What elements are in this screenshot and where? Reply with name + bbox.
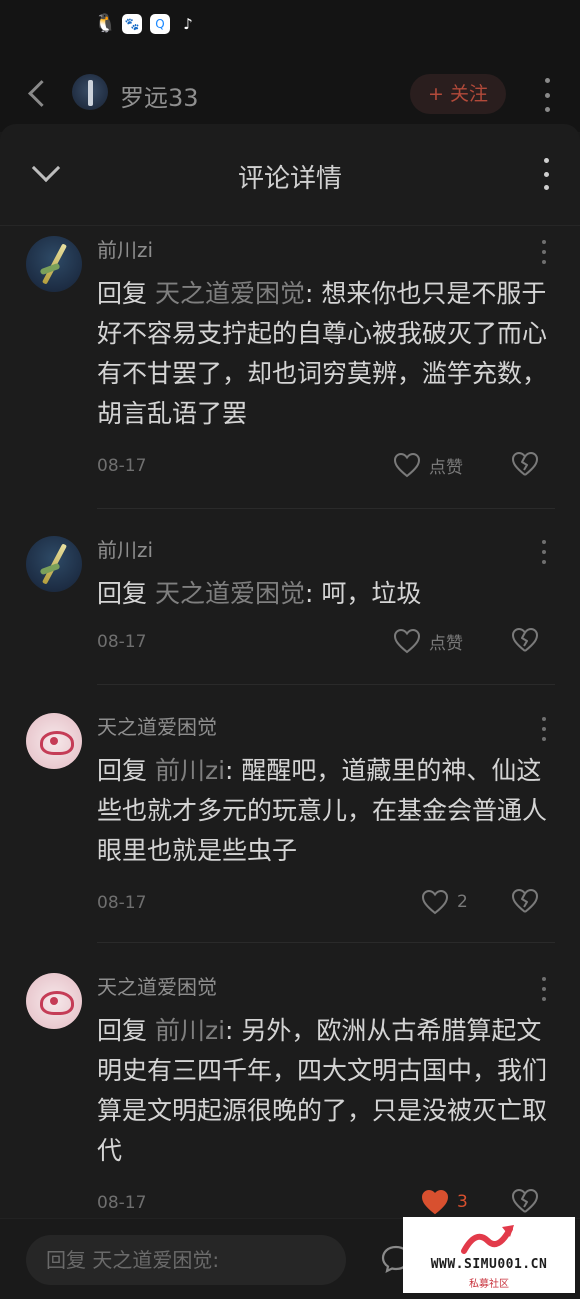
heart-filled-icon	[421, 1189, 449, 1215]
comment-text[interactable]: 回复 天之道爱困觉: 想来你也只是不服于好不容易支拧起的自尊心被我破灭了而心有不…	[97, 274, 559, 434]
like-count: 3	[457, 1192, 468, 1212]
heart-icon	[393, 452, 421, 478]
dislike-button[interactable]	[510, 450, 540, 480]
qq-icon: 🐧	[94, 13, 117, 34]
comment-item: 前川zi 回复 天之道爱困觉: 想来你也只是不服于好不容易支拧起的自尊心被我破灭…	[0, 232, 580, 508]
status-bar: 🐧 🐾 Q ♪	[0, 0, 580, 52]
like-button[interactable]: 2	[421, 887, 468, 917]
reply-label: 回复	[97, 579, 148, 608]
more-icon[interactable]	[541, 977, 547, 1001]
more-icon[interactable]	[540, 158, 552, 190]
avatar[interactable]	[26, 713, 82, 769]
tiktok-icon: ♪	[183, 15, 193, 33]
divider	[97, 942, 555, 943]
dislike-button[interactable]	[510, 1187, 540, 1217]
like-button[interactable]: 点赞	[393, 450, 463, 480]
divider	[97, 508, 555, 509]
reply-target[interactable]: 天之道爱困觉	[155, 579, 305, 608]
watermark-logo-icon	[461, 1225, 514, 1254]
watermark: WWW.SIMU001.CN 私募社区	[403, 1217, 575, 1293]
comment-detail-sheet: 评论详情 前川zi 回复 天之道爱困觉: 想来你也只是不服于好不容易支拧起的自尊…	[0, 124, 580, 1299]
comment-author[interactable]: 前川zi	[97, 234, 153, 263]
dislike-button[interactable]	[510, 887, 540, 917]
reply-target[interactable]: 前川zi	[155, 1016, 225, 1045]
back-button[interactable]	[22, 74, 52, 110]
broken-heart-icon	[512, 889, 538, 913]
heart-icon	[393, 628, 421, 654]
comment-date: 08-17	[97, 632, 147, 652]
page-title: 评论详情	[237, 164, 342, 194]
more-icon[interactable]	[540, 78, 554, 112]
comment-item: 前川zi 回复 天之道爱困觉: 呵，垃圾 08-17 点赞	[0, 532, 580, 682]
comment-body: : 呵，垃圾	[304, 579, 422, 608]
broken-heart-icon	[512, 628, 538, 652]
heart-icon	[421, 889, 449, 915]
reply-target[interactable]: 天之道爱困觉	[155, 279, 305, 308]
avatar[interactable]	[26, 973, 82, 1029]
comment-text[interactable]: 回复 天之道爱困觉: 呵，垃圾	[97, 574, 559, 614]
like-label: 点赞	[429, 457, 463, 478]
comment-date: 08-17	[97, 456, 147, 476]
avatar[interactable]	[72, 74, 108, 110]
dislike-button[interactable]	[510, 626, 540, 656]
comment-date: 08-17	[97, 893, 147, 913]
avatar[interactable]	[26, 536, 82, 592]
comment-text[interactable]: 回复 前川zi: 另外，欧洲从古希腊算起文明史有三四千年，四大文明古国中，我们算…	[97, 1011, 559, 1171]
comment-author[interactable]: 前川zi	[97, 534, 153, 563]
watermark-url: WWW.SIMU001.CN	[430, 1257, 548, 1272]
avatar[interactable]	[26, 236, 82, 292]
profile-header: 罗远33 + 关注	[0, 52, 580, 132]
comment-text[interactable]: 回复 前川zi: 醒醒吧，道藏里的神、仙这些也就才多元的玩意儿，在基金会普通人眼…	[97, 751, 559, 871]
reply-input[interactable]: 回复 天之道爱困觉:	[26, 1235, 346, 1285]
broken-heart-icon	[512, 452, 538, 476]
q-browser-icon: Q	[150, 14, 170, 34]
like-button[interactable]: 点赞	[393, 626, 463, 656]
reply-label: 回复	[97, 756, 148, 785]
like-count: 2	[457, 892, 468, 912]
more-icon[interactable]	[541, 717, 547, 741]
reply-label: 回复	[97, 279, 148, 308]
follow-button[interactable]: + 关注	[410, 74, 506, 114]
sheet-header: 评论详情	[0, 124, 580, 226]
comment-author[interactable]: 天之道爱困觉	[97, 971, 217, 1000]
notification-icons: 🐧 🐾 Q ♪	[94, 14, 198, 34]
comment-author[interactable]: 天之道爱困觉	[97, 711, 217, 740]
like-button[interactable]: 3	[421, 1187, 468, 1217]
reply-target[interactable]: 前川zi	[155, 756, 225, 785]
comment-item: 天之道爱困觉 回复 前川zi: 醒醒吧，道藏里的神、仙这些也就才多元的玩意儿，在…	[0, 709, 580, 939]
broken-heart-icon	[512, 1189, 538, 1213]
more-icon[interactable]	[541, 540, 547, 564]
divider	[97, 684, 555, 685]
baidu-icon: 🐾	[122, 14, 142, 34]
more-icon[interactable]	[541, 240, 547, 264]
watermark-subtitle: 私募社区	[469, 1279, 509, 1290]
like-label: 点赞	[429, 633, 463, 654]
profile-username[interactable]: 罗远33	[120, 78, 199, 113]
reply-label: 回复	[97, 1016, 148, 1045]
comment-date: 08-17	[97, 1193, 147, 1213]
comment-item: 天之道爱困觉 回复 前川zi: 另外，欧洲从古希腊算起文明史有三四千年，四大文明…	[0, 969, 580, 1219]
